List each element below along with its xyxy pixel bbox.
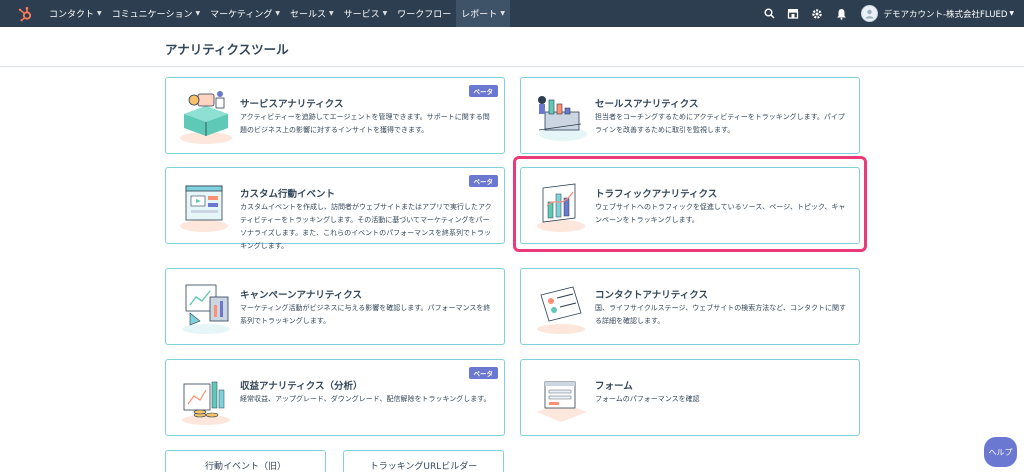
card-title: キャンペーンアナリティクス — [240, 290, 362, 301]
card-description: 担当者をコーチングするためにアクティビティーをトラッキングします。パイプラインを… — [595, 113, 845, 134]
card-description: 経常収益、アップグレード、ダウングレード、配信解除をトラッキングします。 — [240, 395, 491, 403]
chevron-down-icon: ▼ — [275, 10, 280, 17]
chevron-down-icon: ▼ — [500, 10, 505, 17]
chevron-down-icon: ▼ — [382, 10, 388, 17]
card-title: サービスアナリティクス — [240, 99, 344, 110]
beta-badge: ベータ — [468, 367, 498, 379]
card-forms[interactable]: フォーム フォームのパフォーマンスを確認 — [520, 359, 860, 436]
tracking-url-builder-button[interactable]: トラッキングURLビルダー — [343, 450, 504, 472]
chevron-down-icon: ▼ — [97, 10, 102, 17]
nav-item-label: レポート — [461, 10, 498, 20]
card-title: フォーム — [595, 381, 633, 392]
beta-badge: ベータ — [468, 175, 498, 187]
marketplace-icon[interactable] — [781, 0, 805, 27]
nav-item-label: マーケティング — [210, 10, 273, 20]
account-menu[interactable]: デモアカウント-株式会社FLUED ▼ — [861, 5, 1014, 22]
forms-illustration-icon — [537, 381, 587, 422]
card-description: アクティビティーを追跡してエージェントを管理できます。サポートに関する問題のビジ… — [240, 113, 490, 134]
service-analytics-illustration-icon — [180, 91, 232, 144]
bell-icon[interactable] — [829, 0, 853, 27]
page-title: アナリティクスツール — [165, 42, 289, 57]
card-description: マーケティング活動がビジネスに与える影響を確認します。パフォーマンスを終系列でト… — [240, 304, 491, 325]
button-label: 行動イベント（旧） — [204, 462, 286, 472]
card-title: 収益アナリティクス（分析） — [240, 381, 363, 392]
page-header: アナリティクスツール — [0, 27, 1024, 67]
custom-event-illustration-icon — [180, 185, 228, 232]
beta-badge: ベータ — [468, 85, 498, 97]
avatar — [861, 5, 879, 22]
search-icon[interactable] — [757, 0, 781, 27]
account-name: デモアカウント-株式会社FLUED — [883, 9, 1008, 20]
card-custom-behavioral-events[interactable]: カスタム行動イベント カスタムイベントを作成し、訪問者がウェブサイトまたはアプリ… — [165, 167, 505, 250]
card-revenue-analytics[interactable]: 収益アナリティクス（分析） 経常収益、アップグレード、ダウングレード、配信解除を… — [165, 359, 505, 436]
chevron-down-icon: ▼ — [1009, 10, 1014, 17]
nav-item-label: ワークフロー — [397, 10, 452, 20]
card-title: カスタム行動イベント — [240, 189, 336, 200]
button-label: トラッキングURLビルダー — [369, 462, 478, 472]
chevron-down-icon: ▼ — [329, 10, 334, 17]
card-sales-analytics[interactable]: セールスアナリティクス 担当者をコーチングするためにアクティビティーをトラッキン… — [520, 77, 860, 154]
revenue-analytics-illustration-icon — [182, 381, 230, 425]
card-campaign-analytics[interactable]: キャンペーンアナリティクス マーケティング活動がビジネスに与える影響を確認します… — [165, 268, 505, 345]
help-button[interactable]: ヘルプ — [984, 437, 1017, 467]
contact-analytics-illustration-icon — [537, 286, 585, 334]
nav-item-conversations[interactable]: コミュニケーション ▼ — [107, 0, 205, 27]
nav-item-contacts[interactable]: コンタクト ▼ — [44, 0, 107, 27]
nav-item-label: サービス — [343, 10, 380, 20]
card-contact-analytics[interactable]: コンタクトアナリティクス 国、ライフサイクルステージ、ウェブサイトの検索方法など… — [520, 268, 860, 345]
nav-item-service[interactable]: サービス ▼ — [339, 0, 393, 27]
nav-item-marketing[interactable]: マーケティング ▼ — [205, 0, 285, 27]
top-navigation-bar: コンタクト ▼ コミュニケーション ▼ マーケティング ▼ セールス ▼ サービス ▼ ワ… — [0, 0, 1024, 27]
card-title: コンタクトアナリティクス — [595, 290, 708, 301]
nav-item-sales[interactable]: セールス ▼ — [285, 0, 339, 27]
campaign-analytics-illustration-icon — [182, 284, 230, 334]
nav-item-label: コミュニケーション — [111, 10, 193, 20]
card-description: カスタムイベントを作成し、訪問者がウェブサイトまたはアプリで実行したアクティビテ… — [240, 203, 492, 250]
chevron-down-icon: ▼ — [195, 10, 201, 17]
sales-analytics-illustration-icon — [538, 96, 587, 141]
nav-item-label: コンタクト — [49, 10, 95, 20]
hubspot-logo-icon[interactable] — [14, 0, 36, 27]
card-service-analytics[interactable]: サービスアナリティクス アクティビティーを追跡してエージェントを管理できます。サ… — [165, 77, 505, 154]
nav-item-reports[interactable]: レポート ▼ — [456, 0, 510, 27]
card-title: セールスアナリティクス — [595, 99, 699, 110]
card-description: フォームのパフォーマンスを確認 — [595, 395, 700, 403]
card-description: 国、ライフサイクルステージ、ウェブサイトの検索方法など、コンタクトに関する詳細を… — [595, 304, 846, 325]
nav-item-workflows[interactable]: ワークフロー — [392, 0, 456, 27]
gear-icon[interactable] — [805, 0, 829, 27]
behavioral-events-legacy-button[interactable]: 行動イベント（旧） — [165, 450, 326, 472]
nav-item-label: セールス — [290, 10, 327, 20]
highlight-frame — [513, 156, 867, 252]
help-label: ヘルプ — [988, 447, 1013, 457]
